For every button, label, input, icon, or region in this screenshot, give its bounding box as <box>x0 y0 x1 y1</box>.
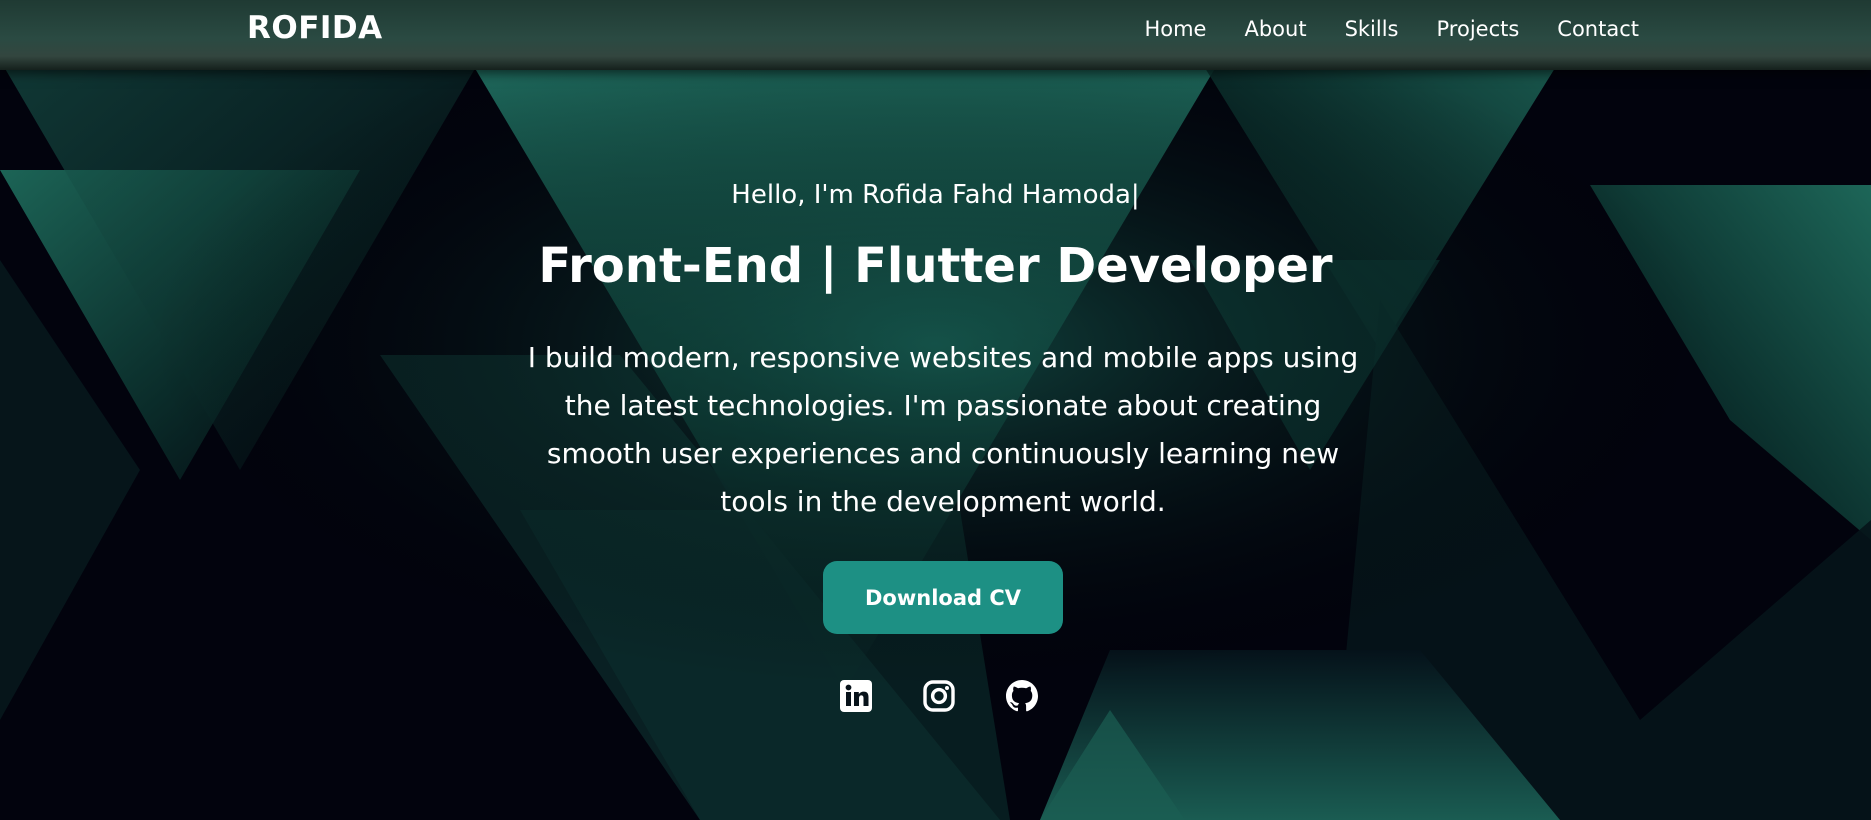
instagram-link[interactable] <box>921 678 957 714</box>
nav-links: Home About Skills Projects Contact <box>1144 17 1639 41</box>
instagram-icon <box>923 680 955 712</box>
nav-link-projects[interactable]: Projects <box>1437 17 1520 41</box>
portfolio-page: ROFIDA Home About Skills Projects Contac… <box>0 0 1871 820</box>
github-link[interactable] <box>1004 678 1040 714</box>
nav-link-about[interactable]: About <box>1244 17 1306 41</box>
hero-headline: Front-End | Flutter Developer <box>538 238 1333 294</box>
social-links <box>838 678 1040 714</box>
nav-link-home[interactable]: Home <box>1144 17 1206 41</box>
navbar: ROFIDA Home About Skills Projects Contac… <box>0 0 1871 70</box>
nav-link-contact[interactable]: Contact <box>1557 17 1639 41</box>
hero-section: Hello, I'm Rofida Fahd Hamoda| Front-End… <box>0 70 1871 820</box>
hero-description: I build modern, responsive websites and … <box>527 341 1359 518</box>
download-cv-button[interactable]: Download CV <box>823 561 1063 634</box>
site-logo[interactable]: ROFIDA <box>247 10 383 46</box>
linkedin-icon <box>840 680 872 712</box>
github-icon <box>1006 680 1038 712</box>
linkedin-link[interactable] <box>838 678 874 714</box>
hero-greeting: Hello, I'm Rofida Fahd Hamoda| <box>731 180 1140 210</box>
nav-link-skills[interactable]: Skills <box>1345 17 1399 41</box>
